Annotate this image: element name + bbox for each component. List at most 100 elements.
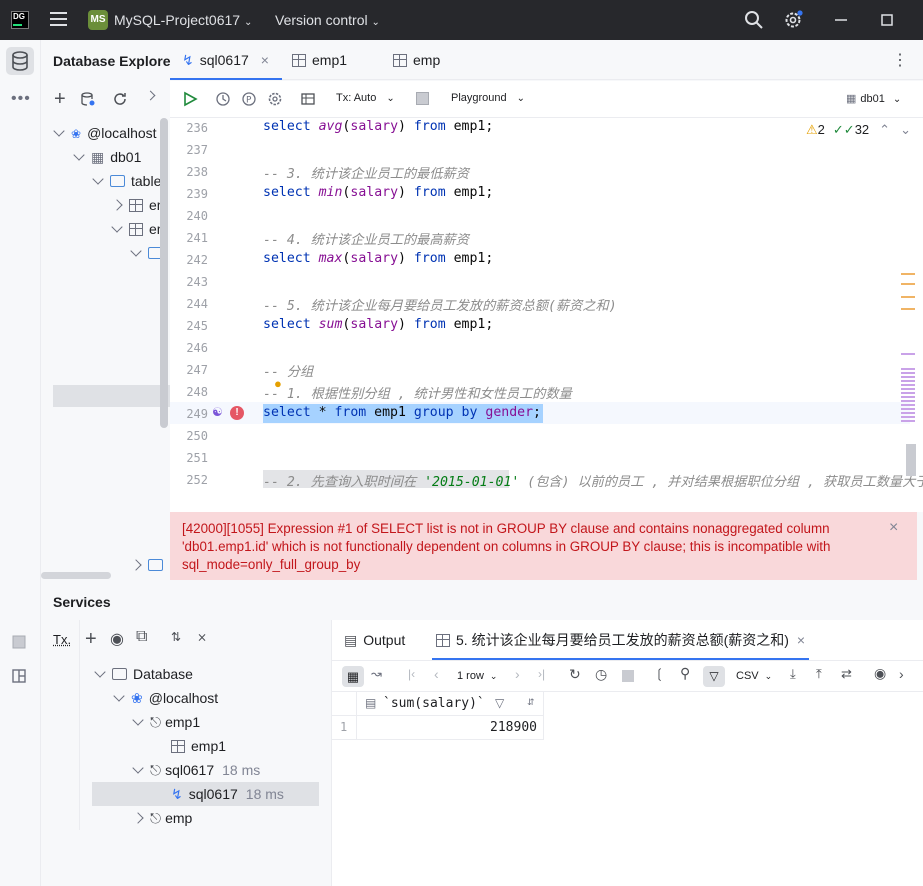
ai-assistant-icon[interactable]: ☯ <box>212 405 223 419</box>
export-format-select[interactable]: CSV ⌄ <box>736 670 772 682</box>
project-badge[interactable]: MS <box>88 10 108 30</box>
cancel-query-icon[interactable] <box>622 670 634 682</box>
view-icon[interactable]: ◉ <box>874 665 886 682</box>
add-icon[interactable]: + <box>54 88 66 111</box>
transaction-mode-select[interactable]: Tx: Auto ⌄ <box>336 92 395 104</box>
editor-scrollbar-thumb[interactable] <box>906 444 916 476</box>
session-icon: ⎋ <box>150 714 161 730</box>
run-icon[interactable] <box>182 91 198 107</box>
table-icon <box>171 740 185 753</box>
mysql-icon: ❀ <box>71 127 81 141</box>
title-bar: DG MS MySQL-Project0617 ⌄ Version contro… <box>0 0 923 40</box>
close-error-icon[interactable]: × <box>889 519 898 537</box>
svg-text:P: P <box>246 96 252 106</box>
code-line: select avg(salary) from emp1; <box>263 119 493 134</box>
cell-value[interactable]: 218900 <box>356 716 544 740</box>
service-node-session-emp[interactable]: ⎋ emp <box>134 806 192 830</box>
tab-output[interactable]: ▤ Output <box>344 620 405 660</box>
editor-toolbar: P Tx: Auto ⌄ Playground ⌄ ▦ db01 ⌄ <box>170 81 923 118</box>
inspection-widget[interactable]: ⚠2 ✓✓32 ⌃ ⌄ <box>806 122 911 138</box>
project-selector[interactable]: MySQL-Project0617 ⌄ <box>114 12 252 28</box>
table-view-icon[interactable]: ▦ <box>342 666 364 687</box>
chart-view-icon[interactable]: ↝ <box>371 666 382 682</box>
search-icon[interactable]: ⚲ <box>680 665 690 682</box>
main-menu-icon[interactable] <box>50 12 67 27</box>
horizontal-scrollbar[interactable] <box>41 572 111 579</box>
more-tools-icon[interactable]: ••• <box>11 90 31 108</box>
service-node-session-sql0617[interactable]: ⎋ sql0617 18 ms <box>134 758 260 782</box>
tab-emp[interactable]: emp <box>393 40 473 80</box>
settings-icon[interactable] <box>783 10 803 30</box>
datasource-select[interactable]: ▦ db01 ⌄ <box>846 92 901 105</box>
folder-icon <box>148 559 163 571</box>
parameters-icon[interactable]: P <box>241 91 257 107</box>
history-icon[interactable] <box>215 91 231 107</box>
sort-icon[interactable]: ⇵ <box>527 697 535 708</box>
table-row: 1 218900 <box>332 716 544 740</box>
layout-icon[interactable] <box>11 668 27 684</box>
database-icon[interactable] <box>6 47 34 75</box>
tab-emp1[interactable]: emp1 <box>292 40 392 80</box>
maximize-icon[interactable] <box>879 12 895 28</box>
line-number: 241 <box>170 231 208 245</box>
tab-sql0617[interactable]: ↯ sql0617 × <box>170 40 282 80</box>
error-icon[interactable]: ! <box>230 406 244 420</box>
search-icon[interactable] <box>744 10 764 30</box>
vertical-scrollbar[interactable] <box>160 118 168 428</box>
console-icon: ↯ <box>182 52 194 68</box>
playground-select[interactable]: Playground ⌄ <box>451 92 525 104</box>
history-icon[interactable]: ◷ <box>595 666 607 683</box>
previous-page-icon[interactable]: ‹ <box>434 666 439 682</box>
tab-result[interactable]: 5. 统计该企业每月要给员工发放的薪资总额(薪资之和) × <box>432 620 809 660</box>
tree-node-db01[interactable]: ▦ db01 <box>75 145 141 169</box>
column-filter-icon[interactable]: ▽ <box>495 696 504 710</box>
more-icon[interactable]: › <box>899 666 904 682</box>
table-icon <box>129 199 143 212</box>
datasource-properties-icon[interactable] <box>80 91 96 107</box>
reload-icon[interactable]: ↻ <box>569 666 581 683</box>
tree-node-localhost[interactable]: ❀ @localhost <box>55 121 157 145</box>
upload-icon[interactable]: ⤒ <box>816 666 822 682</box>
service-node-localhost[interactable]: ❀ @localhost <box>115 686 218 710</box>
tab-options-icon[interactable]: ⋮ <box>892 50 908 70</box>
tree-node-folder[interactable] <box>132 553 169 577</box>
app-logo[interactable]: DG <box>11 11 29 29</box>
compare-icon[interactable]: ⇄ <box>841 666 852 682</box>
refresh-icon[interactable] <box>112 91 128 107</box>
close-tab-icon[interactable]: × <box>797 632 805 648</box>
service-node-session-emp1[interactable]: ⎋ emp1 <box>134 710 200 734</box>
pin-icon[interactable]: ❲ <box>654 666 665 682</box>
services-stop-icon[interactable] <box>11 634 27 650</box>
download-icon[interactable]: ⤓ <box>790 666 796 682</box>
table-icon <box>129 223 143 236</box>
services-tree: Database ❀ @localhost ⎋ emp1 emp1 ⎋ sql0617… <box>41 620 331 886</box>
code-line: -- 1. 根据性别分组 , 统计男性和女性员工的数量 <box>263 383 572 402</box>
database-explorer-panel: Database Explore + ❀ @localhost ▦ db01 tab… <box>41 40 170 580</box>
code-line: select sum(salary) from emp1; <box>263 317 493 332</box>
service-node-console-sql0617[interactable]: ↯ sql0617 18 ms <box>171 782 284 806</box>
sql-editor[interactable]: 236 select avg(salary) from emp1; 237 238 --… <box>170 118 923 488</box>
last-page-icon[interactable]: ›| <box>538 667 545 681</box>
next-page-icon[interactable]: › <box>515 666 520 682</box>
result-toolbar: ▦ ↝ |‹ ‹ 1 row ⌄ › ›| ↻ ◷ ❲ ⚲ ▽ CSV ⌄ ⤓ ⤒ … <box>332 660 923 692</box>
tree-node-tables[interactable]: tables <box>94 169 168 193</box>
version-control-menu[interactable]: Version control ⌄ <box>275 12 380 28</box>
stop-icon[interactable] <box>416 92 429 105</box>
settings-icon[interactable] <box>267 91 283 107</box>
service-node-table-emp1[interactable]: emp1 <box>171 734 226 758</box>
error-notification: [42000][1055] Expression #1 of SELECT li… <box>170 512 917 580</box>
first-page-icon[interactable]: |‹ <box>408 667 415 681</box>
intention-bulb-icon[interactable]: ● <box>274 376 282 391</box>
service-node-database[interactable]: Database <box>96 662 193 686</box>
result-header-row: ▤ `sum(salary)` ▽ ⇵ <box>332 692 544 716</box>
column-header[interactable]: ▤ `sum(salary)` ▽ ⇵ <box>356 692 544 716</box>
row-count-select[interactable]: 1 row ⌄ <box>457 670 497 682</box>
filter-view-icon[interactable]: ▽ <box>703 666 725 687</box>
scroll-marker <box>901 353 915 355</box>
selected-tree-row[interactable] <box>53 385 170 407</box>
more-actions-chevron-icon[interactable] <box>146 91 156 101</box>
grid-view-icon[interactable] <box>300 91 316 107</box>
minimize-icon[interactable] <box>833 12 849 28</box>
close-tab-icon[interactable]: × <box>261 52 269 68</box>
scroll-marker <box>901 296 915 298</box>
